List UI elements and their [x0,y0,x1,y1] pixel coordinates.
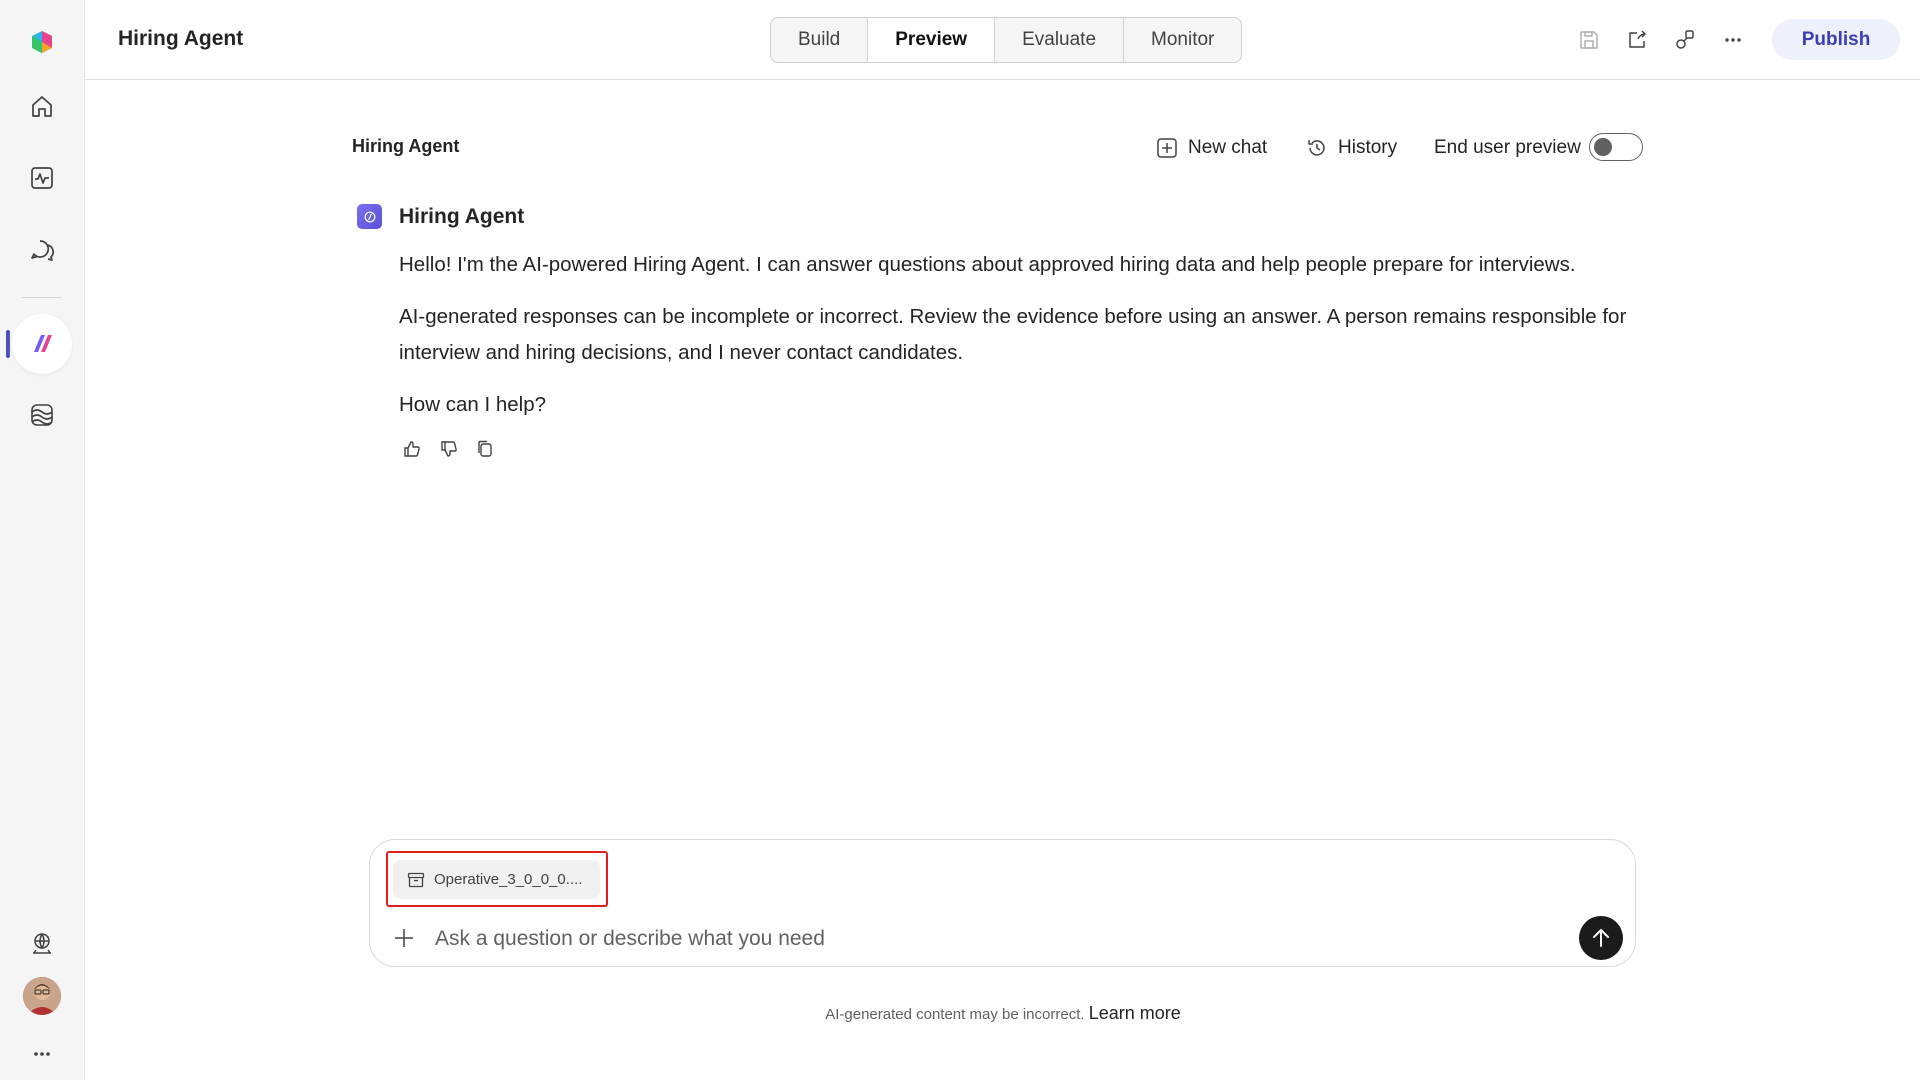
tab-preview[interactable]: Preview [868,18,996,62]
history-label: History [1338,137,1398,158]
attachment-highlight [386,851,608,907]
tab-monitor[interactable]: Monitor [1124,18,1241,62]
share-icon[interactable] [1621,24,1653,56]
disclaimer: AI-generated content may be incorrect. L… [0,1003,1920,1024]
new-chat-button[interactable]: New chat [1156,132,1267,164]
learn-more-link[interactable]: Learn more [1089,1003,1181,1023]
more-options-icon[interactable] [1717,24,1749,56]
disclaimer-text: AI-generated content may be incorrect. [825,1006,1085,1023]
agent-icon[interactable] [20,322,64,366]
more-icon[interactable] [20,1032,64,1076]
home-icon[interactable] [20,85,64,129]
thumbs-down-icon[interactable] [436,436,462,462]
tab-evaluate[interactable]: Evaluate [995,18,1125,62]
left-rail [0,0,85,1080]
copilot-studio-logo-icon[interactable] [20,20,64,64]
agent-avatar-icon [357,204,382,229]
chat-icon[interactable] [20,228,64,272]
message-paragraph: How can I help? [399,393,547,416]
active-rail-indicator [6,330,10,358]
library-icon[interactable] [20,393,64,437]
copy-icon[interactable] [472,436,498,462]
history-button[interactable]: History [1306,132,1397,164]
tab-build[interactable]: Build [771,18,869,62]
end-user-preview-toggle[interactable] [1589,133,1643,161]
save-icon[interactable] [1573,24,1605,56]
environment-globe-icon[interactable] [20,922,64,966]
thumbs-up-icon[interactable] [399,436,425,462]
mode-tabs: Build Preview Evaluate Monitor [770,17,1243,63]
history-icon [1308,140,1325,156]
message-paragraph: AI-generated responses can be incomplete… [399,305,1627,364]
arrow-up-icon [1593,929,1609,947]
send-button[interactable] [1579,916,1623,960]
connections-icon[interactable] [1669,24,1701,56]
analytics-icon[interactable] [20,156,64,200]
ask-input[interactable] [435,922,1565,956]
rail-divider [22,297,62,298]
toggle-knob [1594,138,1612,156]
publish-button[interactable]: Publish [1772,19,1900,60]
new-chat-icon [1157,138,1177,158]
add-attachment-button[interactable] [388,922,420,954]
app-title: Hiring Agent [118,27,244,50]
chat-title: Hiring Agent [352,136,460,156]
top-bar: Hiring Agent Build Preview Evaluate Moni… [85,0,1920,80]
new-chat-label: New chat [1188,137,1268,158]
plus-icon [395,929,413,947]
message-sender: Hiring Agent [399,205,525,228]
end-user-preview-text: End user preview [1434,137,1581,158]
message-paragraph: Hello! I'm the AI-powered Hiring Agent. … [399,253,1576,276]
end-user-preview-label: End user preview [1434,132,1581,164]
